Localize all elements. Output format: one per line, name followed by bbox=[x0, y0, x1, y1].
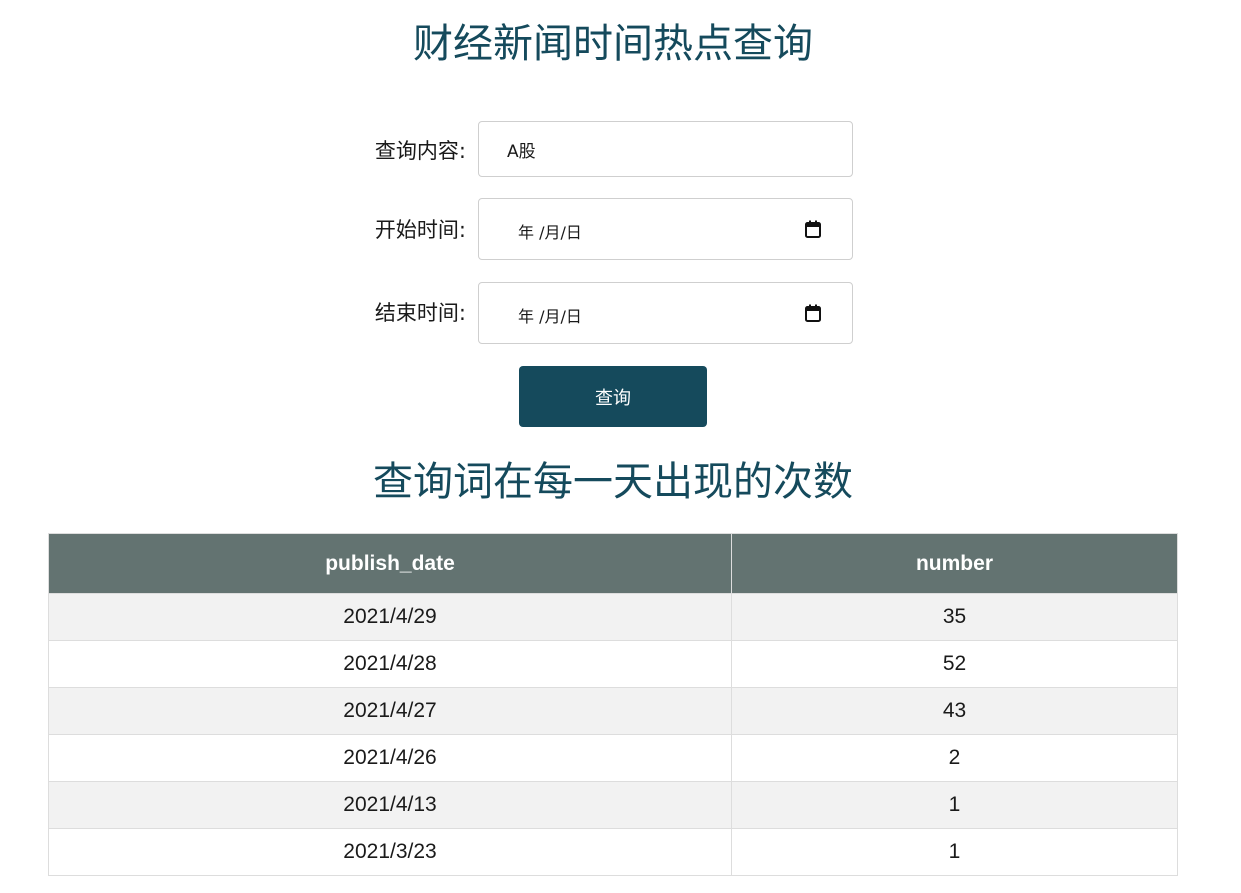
results-table: publish_date number 2021/4/29 35 2021/4/… bbox=[48, 533, 1178, 876]
cell-number: 1 bbox=[731, 828, 1178, 876]
cell-publish-date: 2021/4/29 bbox=[48, 593, 732, 641]
page: 财经新闻时间热点查询 查询内容: 开始时间: 年 /月/日 结束时间: 年 /月… bbox=[0, 0, 1241, 893]
end-date-input[interactable]: 年 /月/日 bbox=[478, 282, 853, 344]
query-label: 查询内容: bbox=[374, 139, 466, 163]
query-input[interactable] bbox=[479, 122, 852, 176]
calendar-icon[interactable] bbox=[805, 304, 821, 322]
column-header-publish-date[interactable]: publish_date bbox=[48, 533, 732, 594]
end-date-label: 结束时间: bbox=[374, 301, 466, 325]
cell-publish-date: 2021/3/23 bbox=[48, 828, 732, 876]
table-row: 2021/4/28 52 bbox=[48, 640, 1178, 688]
cell-number: 52 bbox=[731, 640, 1178, 688]
start-date-label: 开始时间: bbox=[374, 218, 466, 242]
cell-publish-date: 2021/4/28 bbox=[48, 640, 732, 688]
calendar-icon[interactable] bbox=[805, 220, 821, 238]
table-row: 2021/4/26 2 bbox=[48, 734, 1178, 782]
start-date-placeholder: 年 /月/日 bbox=[518, 223, 582, 242]
cell-publish-date: 2021/4/27 bbox=[48, 687, 732, 735]
cell-publish-date: 2021/4/26 bbox=[48, 734, 732, 782]
cell-number: 2 bbox=[731, 734, 1178, 782]
table-row: 2021/4/13 1 bbox=[48, 781, 1178, 829]
start-date-input[interactable]: 年 /月/日 bbox=[478, 198, 853, 260]
cell-number: 35 bbox=[731, 593, 1178, 641]
cell-publish-date: 2021/4/13 bbox=[48, 781, 732, 829]
column-header-number[interactable]: number bbox=[731, 533, 1178, 594]
table-row: 2021/3/23 1 bbox=[48, 828, 1178, 876]
query-field[interactable] bbox=[478, 121, 853, 177]
table-row: 2021/4/27 43 bbox=[48, 687, 1178, 735]
table-row: 2021/4/29 35 bbox=[48, 593, 1178, 641]
table-header-row: publish_date number bbox=[48, 533, 1178, 594]
results-title: 查询词在每一天出现的次数 bbox=[373, 459, 853, 505]
query-button[interactable]: 查询 bbox=[519, 366, 707, 427]
cell-number: 43 bbox=[731, 687, 1178, 735]
end-date-placeholder: 年 /月/日 bbox=[518, 307, 582, 326]
page-title: 财经新闻时间热点查询 bbox=[413, 21, 813, 67]
cell-number: 1 bbox=[731, 781, 1178, 829]
